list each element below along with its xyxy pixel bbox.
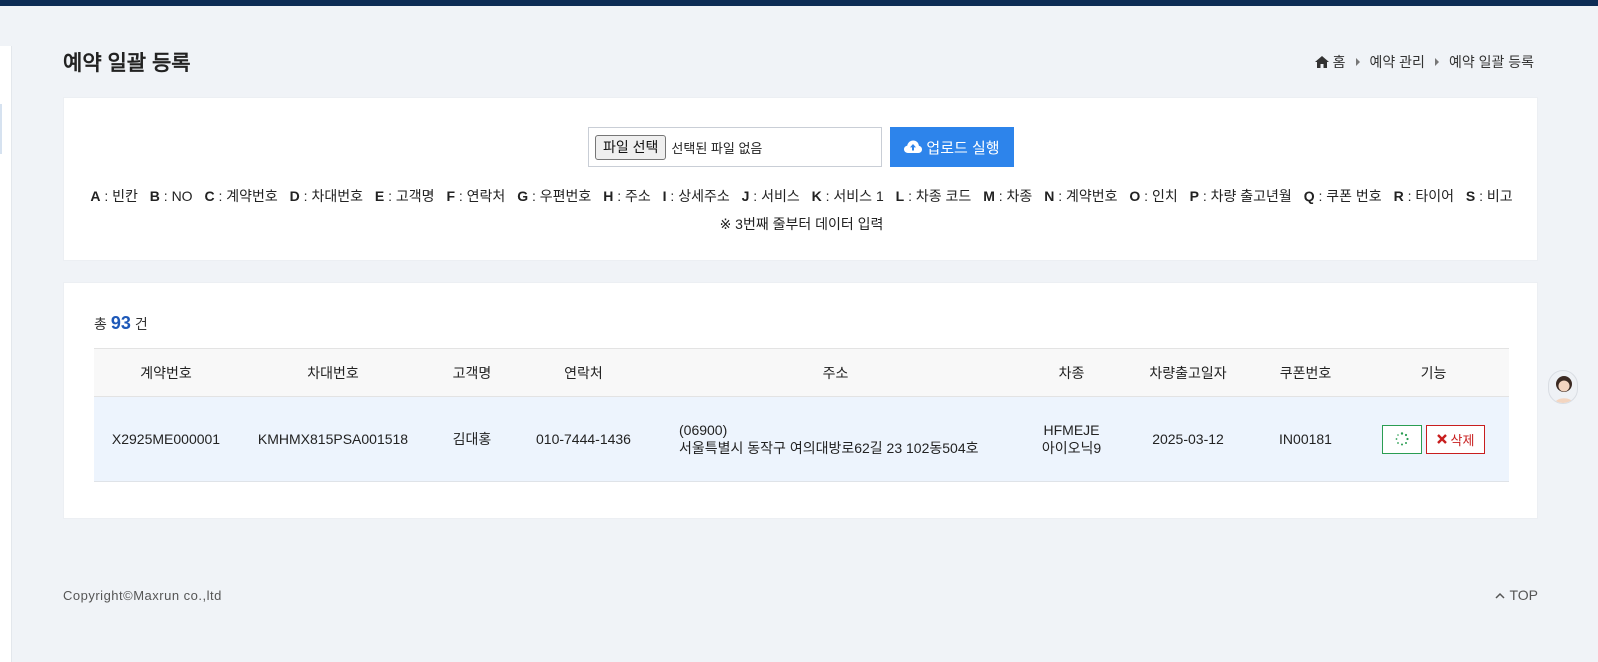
spinner-icon — [1395, 432, 1409, 446]
column-legend-item: O : 인치 — [1129, 188, 1178, 204]
column-header-phone: 연락처 — [516, 348, 651, 397]
chat-avatar[interactable] — [1548, 370, 1578, 404]
column-legend-item: R : 타이어 — [1393, 188, 1455, 204]
cell-actions: 삭제 — [1358, 396, 1509, 482]
breadcrumb: 홈 예약 관리 예약 일괄 등록 — [1314, 52, 1534, 72]
column-legend-item: G : 우편번호 — [517, 188, 592, 204]
column-legend-item: I : 상세주소 — [662, 188, 730, 204]
column-legend-item: A : 빈칸 — [90, 188, 138, 204]
top-navigation-bar — [0, 0, 1598, 6]
breadcrumb-home[interactable]: 홈 — [1333, 52, 1346, 72]
total-prefix: 총 — [94, 316, 107, 332]
column-legend-item: L : 차종 코드 — [895, 188, 972, 204]
column-legend-item: H : 주소 — [603, 188, 651, 204]
caret-right-icon — [1434, 58, 1439, 66]
chevron-up-icon — [1495, 592, 1505, 599]
caret-right-icon — [1355, 58, 1360, 66]
reservation-table: 계약번호 차대번호 고객명 연락처 주소 차종 차량출고일자 쿠폰번호 기능 X… — [94, 348, 1509, 482]
total-suffix: 건 — [134, 316, 148, 332]
avatar-icon — [1554, 376, 1574, 403]
cell-coupon: IN00181 — [1253, 396, 1358, 482]
delete-label: 삭제 — [1450, 432, 1475, 448]
delete-button[interactable]: 삭제 — [1425, 424, 1486, 454]
total-count-value: 93 — [110, 313, 131, 333]
column-header-actions: 기능 — [1358, 348, 1509, 397]
breadcrumb-current-page: 예약 일괄 등록 — [1448, 54, 1534, 70]
column-legend-item: B : NO — [149, 188, 193, 204]
left-sidebar[interactable] — [0, 46, 12, 662]
column-header-vin: 차대번호 — [238, 348, 428, 397]
column-header-customer: 고객명 — [428, 348, 516, 397]
top-label: TOP — [1509, 587, 1538, 603]
close-icon — [1436, 434, 1447, 444]
upload-panel: 파일 선택 선택된 파일 없음 업로드 실행 A : 빈칸 B : NO C :… — [63, 97, 1538, 261]
edit-button[interactable] — [1381, 424, 1422, 454]
cell-address: (06900) 서울특별시 동작구 여의대방로62길 23 102동504호 — [651, 396, 1020, 482]
column-header-address: 주소 — [651, 348, 1020, 397]
cloud-upload-icon — [904, 140, 923, 153]
file-input[interactable]: 파일 선택 선택된 파일 없음 — [588, 127, 882, 167]
table-header-row: 계약번호 차대번호 고객명 연락처 주소 차종 차량출고일자 쿠폰번호 기능 — [94, 348, 1509, 397]
column-header-contract-no: 계약번호 — [94, 348, 238, 397]
column-legend-item: F : 연락처 — [446, 188, 506, 204]
address-postcode: (06900) — [679, 422, 728, 438]
column-legend-item: C : 계약번호 — [204, 188, 278, 204]
sidebar-active-marker — [0, 104, 2, 154]
model-name: 아이오닉9 — [1041, 440, 1102, 456]
upload-execute-label: 업로드 실행 — [926, 139, 1000, 157]
cell-vin: KMHMX815PSA001518 — [238, 396, 428, 482]
column-legend-item: Q : 쿠폰 번호 — [1303, 188, 1382, 204]
address-line: 서울특별시 동작구 여의대방로62길 23 102동504호 — [679, 440, 979, 456]
file-status-text: 선택된 파일 없음 — [671, 140, 763, 156]
cell-model: HFMEJE 아이오닉9 — [1020, 396, 1123, 482]
column-header-coupon: 쿠폰번호 — [1253, 348, 1358, 397]
copyright-text: Copyright©Maxrun co.,ltd — [63, 588, 222, 603]
breadcrumb-reservation-management[interactable]: 예약 관리 — [1370, 52, 1425, 72]
column-header-release-date: 차량출고일자 — [1123, 348, 1253, 397]
scroll-top-button[interactable]: TOP — [1495, 587, 1538, 603]
column-legend-item: J : 서비스 — [741, 188, 800, 204]
upload-execute-button[interactable]: 업로드 실행 — [890, 127, 1014, 167]
column-legend-item: K : 서비스 1 — [811, 188, 884, 204]
page-title: 예약 일괄 등록 — [63, 52, 191, 75]
cell-phone: 010-7444-1436 — [516, 396, 651, 482]
column-legend-item: D : 차대번호 — [289, 188, 363, 204]
cell-contract-no: X2925ME000001 — [94, 396, 238, 482]
model-code: HFMEJE — [1043, 422, 1100, 438]
upload-note: ※ 3번째 줄부터 데이터 입력 — [719, 216, 884, 232]
table-row: X2925ME000001 KMHMX815PSA001518 김대홍 010-… — [94, 396, 1509, 482]
column-legend-item: E : 고객명 — [374, 188, 435, 204]
total-count: 총 93 건 — [94, 313, 148, 334]
column-legend-item: N : 계약번호 — [1044, 188, 1118, 204]
cell-customer: 김대홍 — [428, 396, 516, 482]
home-icon — [1314, 56, 1329, 68]
column-legend-item: P : 차량 출고년월 — [1189, 188, 1292, 204]
cell-release-date: 2025-03-12 — [1123, 396, 1253, 482]
file-select-button[interactable]: 파일 선택 — [595, 134, 667, 160]
column-legend-item: M : 차종 — [983, 188, 1033, 204]
excel-column-legend: A : 빈칸 B : NO C : 계약번호 D : 차대번호 E : 고객명 … — [64, 186, 1539, 206]
reservation-list-panel: 총 93 건 계약번호 차대번호 고객명 연락처 주소 차종 차량출고일자 쿠폰… — [63, 282, 1538, 519]
column-legend-item: S : 비고 — [1465, 188, 1513, 204]
column-header-model: 차종 — [1020, 348, 1123, 397]
